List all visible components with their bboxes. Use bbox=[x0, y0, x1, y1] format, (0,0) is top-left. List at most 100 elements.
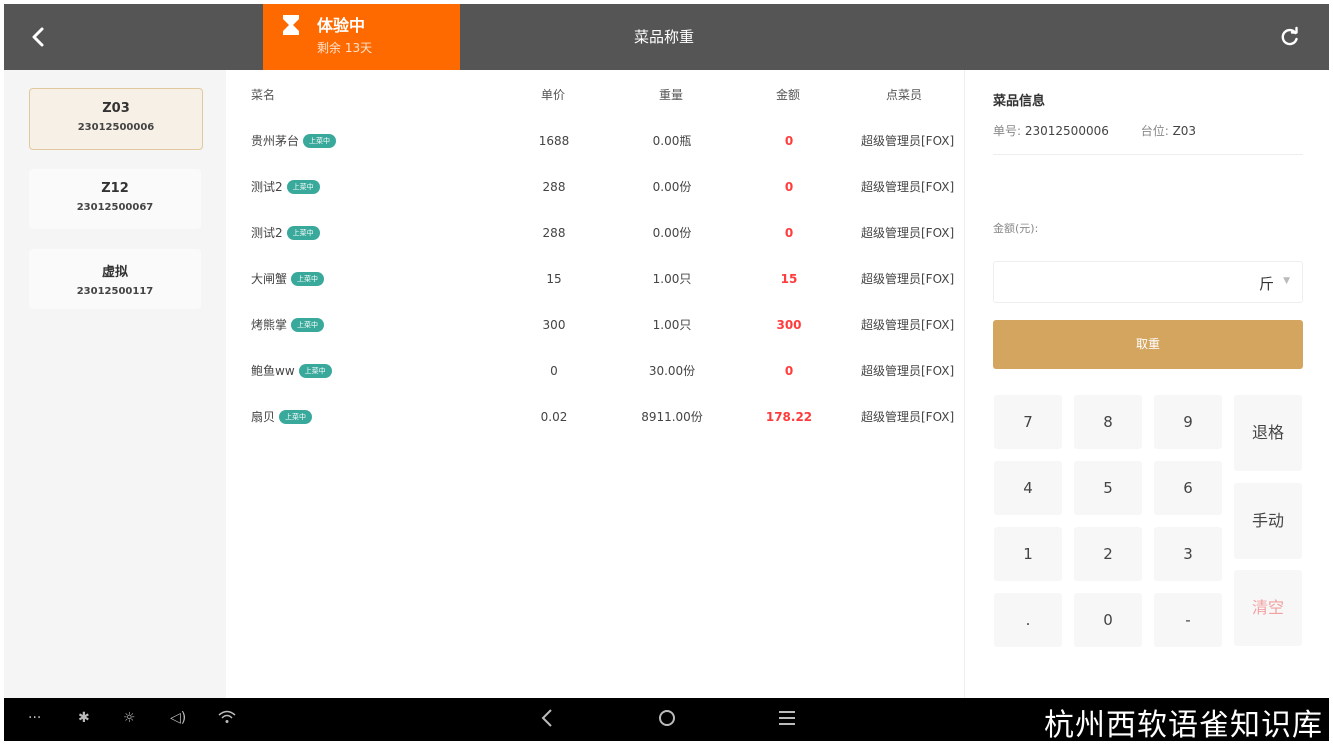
col-header-waiter: 点菜员 bbox=[886, 88, 923, 102]
seat-value: Z03 bbox=[1172, 124, 1197, 138]
key-2[interactable]: 2 bbox=[1074, 527, 1142, 581]
status-badge: 上菜中 bbox=[291, 272, 325, 286]
cell-price: 15 bbox=[546, 272, 562, 286]
watermark: 杭州西软语雀知识库 bbox=[1044, 708, 1323, 743]
refresh-button[interactable] bbox=[1279, 26, 1301, 48]
more-dots-icon[interactable]: ··· bbox=[28, 710, 41, 726]
unit-value: 斤 bbox=[1258, 275, 1274, 293]
dish-name: 扇贝 bbox=[251, 410, 276, 424]
dish-name: 贵州茅台 bbox=[251, 134, 300, 148]
cell-weight: 1.00只 bbox=[652, 318, 692, 332]
bluetooth-icon[interactable]: ✱ bbox=[78, 710, 90, 726]
status-badge: 上菜中 bbox=[286, 180, 320, 194]
table-name: Z03 bbox=[102, 101, 130, 116]
clear-key[interactable]: 清空 bbox=[1234, 570, 1302, 646]
wifi-icon[interactable] bbox=[218, 710, 236, 728]
table-row[interactable]: 大闸蟹 上菜中 15 1.00只 15 超级管理员[FOX] bbox=[0, 270, 963, 316]
status-badge: 上菜中 bbox=[291, 318, 325, 332]
dish-name: 烤熊掌 bbox=[251, 318, 288, 332]
cell-amount: 300 bbox=[776, 318, 802, 332]
cell-price: 1688 bbox=[538, 134, 570, 148]
nav-home-icon[interactable] bbox=[658, 709, 676, 731]
table-row[interactable]: 贵州茅台 上菜中 1688 0.00瓶 0 超级管理员[FOX] bbox=[0, 132, 963, 178]
cell-price: 300 bbox=[542, 318, 566, 332]
cell-amount: 15 bbox=[780, 272, 798, 286]
volume-icon[interactable]: ◁) bbox=[170, 710, 186, 726]
key-5[interactable]: 5 bbox=[1074, 461, 1142, 515]
table-row[interactable]: 烤熊掌 上菜中 300 1.00只 300 超级管理员[FOX] bbox=[0, 316, 963, 362]
key-4[interactable]: 4 bbox=[994, 461, 1062, 515]
key-minus[interactable]: - bbox=[1154, 593, 1222, 647]
cell-dish-name: 鲍鱼ww 上菜中 bbox=[251, 362, 332, 380]
status-badge: 上菜中 bbox=[303, 134, 337, 148]
info-title: 菜品信息 bbox=[993, 94, 1046, 109]
cell-amount: 0 bbox=[784, 134, 794, 148]
table-row[interactable]: 测试2 上菜中 288 0.00份 0 超级管理员[FOX] bbox=[0, 224, 963, 270]
status-badge: 上菜中 bbox=[286, 226, 320, 240]
manual-key[interactable]: 手动 bbox=[1234, 483, 1302, 559]
cell-price: 288 bbox=[542, 226, 566, 240]
cell-dish-name: 贵州茅台 上菜中 bbox=[251, 132, 337, 150]
cell-waiter: 超级管理员[FOX] bbox=[861, 410, 955, 424]
cell-price: 0 bbox=[550, 364, 558, 378]
col-header-name: 菜名 bbox=[251, 88, 276, 102]
cell-waiter: 超级管理员[FOX] bbox=[861, 318, 955, 332]
key-6[interactable]: 6 bbox=[1154, 461, 1222, 515]
status-badge: 上菜中 bbox=[298, 364, 332, 378]
table-row[interactable]: 测试2 上菜中 288 0.00份 0 超级管理员[FOX] bbox=[0, 178, 963, 224]
cell-amount: 0 bbox=[784, 226, 794, 240]
status-badge: 上菜中 bbox=[279, 410, 313, 424]
key-1[interactable]: 1 bbox=[994, 527, 1062, 581]
divider bbox=[993, 154, 1303, 155]
order-label: 单号: bbox=[993, 124, 1022, 138]
key-8[interactable]: 8 bbox=[1074, 395, 1142, 449]
cell-waiter: 超级管理员[FOX] bbox=[861, 364, 955, 378]
dish-name: 大闸蟹 bbox=[251, 272, 288, 286]
cell-price: 0.02 bbox=[540, 410, 568, 424]
cell-amount: 178.22 bbox=[765, 410, 813, 424]
top-bar: 体验中 剩余 13天 菜品称重 bbox=[4, 4, 1329, 70]
key-dot[interactable]: . bbox=[994, 593, 1062, 647]
trial-badge[interactable]: 体验中 剩余 13天 bbox=[263, 4, 460, 70]
back-button[interactable] bbox=[26, 24, 52, 50]
page-title: 菜品称重 bbox=[633, 28, 694, 46]
cell-dish-name: 测试2 上菜中 bbox=[251, 178, 320, 196]
col-header-price: 单价 bbox=[541, 88, 566, 102]
cell-waiter: 超级管理员[FOX] bbox=[861, 272, 955, 286]
nav-menu-icon[interactable] bbox=[778, 710, 796, 730]
unit-select[interactable]: 斤 ▼ bbox=[993, 261, 1303, 303]
key-9[interactable]: 9 bbox=[1154, 395, 1222, 449]
table-row[interactable]: 鲍鱼ww 上菜中 0 30.00份 0 超级管理员[FOX] bbox=[0, 362, 963, 408]
nav-back-icon[interactable] bbox=[540, 708, 554, 732]
order-info: 单号: 23012500006 台位: Z03 bbox=[993, 122, 1224, 139]
dish-name: 测试2 bbox=[251, 180, 283, 194]
cell-price: 288 bbox=[542, 180, 566, 194]
table-row[interactable]: 扇贝 上菜中 0.02 8911.00份 178.22 超级管理员[FOX] bbox=[0, 408, 963, 454]
dish-name: 测试2 bbox=[251, 226, 283, 240]
cell-dish-name: 烤熊掌 上菜中 bbox=[251, 316, 325, 334]
cell-dish-name: 大闸蟹 上菜中 bbox=[251, 270, 325, 288]
dish-info-panel: 菜品信息 单号: 23012500006 台位: Z03 金额(元): 斤 ▼ … bbox=[964, 70, 1330, 698]
seat-label: 台位: bbox=[1140, 124, 1169, 138]
col-header-amount: 金额 bbox=[776, 88, 801, 102]
cell-weight: 0.00份 bbox=[652, 180, 692, 194]
cell-weight: 0.00份 bbox=[652, 226, 692, 240]
system-nav-bar: ··· ✱ ☼ ◁) 杭州西软语雀知识库 bbox=[4, 698, 1329, 743]
cell-weight: 30.00份 bbox=[648, 364, 696, 378]
cell-amount: 0 bbox=[784, 364, 794, 378]
brightness-icon[interactable]: ☼ bbox=[123, 710, 136, 726]
col-header-weight: 重量 bbox=[659, 88, 684, 102]
cell-dish-name: 测试2 上菜中 bbox=[251, 224, 320, 242]
backspace-key[interactable]: 退格 bbox=[1234, 395, 1302, 471]
weigh-button[interactable]: 取重 bbox=[993, 320, 1303, 369]
cell-waiter: 超级管理员[FOX] bbox=[861, 180, 955, 194]
trial-title: 体验中 bbox=[317, 16, 366, 35]
key-0[interactable]: 0 bbox=[1074, 593, 1142, 647]
dish-name: 鲍鱼ww bbox=[251, 364, 295, 378]
trial-remaining: 剩余 13天 bbox=[317, 41, 373, 55]
key-7[interactable]: 7 bbox=[994, 395, 1062, 449]
key-3[interactable]: 3 bbox=[1154, 527, 1222, 581]
amount-label: 金额(元): bbox=[993, 222, 1039, 235]
cell-weight: 1.00只 bbox=[652, 272, 692, 286]
chevron-down-icon: ▼ bbox=[1283, 276, 1290, 286]
